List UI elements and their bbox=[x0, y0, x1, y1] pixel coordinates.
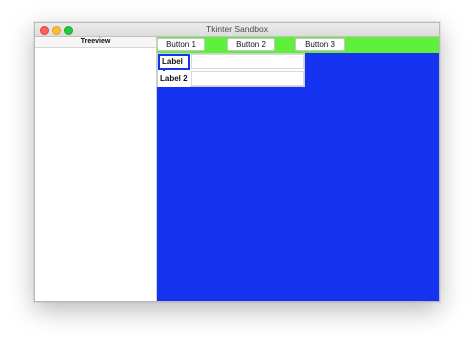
button-3[interactable]: Button 3 bbox=[295, 38, 345, 51]
label-2: Label 2 bbox=[158, 71, 190, 87]
label-1: Label 1 bbox=[158, 54, 190, 78]
button-toolbar: Button 1 Button 2 Button 3 bbox=[157, 37, 439, 53]
content-frame: Button 1 Button 2 Button 3 Label 1 Label… bbox=[157, 37, 439, 301]
button-1[interactable]: Button 1 bbox=[157, 38, 205, 51]
entry-1[interactable] bbox=[191, 54, 304, 69]
title-bar[interactable]: Tkinter Sandbox bbox=[35, 23, 439, 37]
form-grid: Label 1 Label 2 bbox=[157, 53, 305, 87]
entry-2[interactable] bbox=[191, 71, 304, 86]
treeview[interactable]: Treeview bbox=[35, 37, 157, 301]
button-2[interactable]: Button 2 bbox=[227, 38, 275, 51]
app-window: Tkinter Sandbox Treeview Button 1 Button… bbox=[34, 22, 440, 302]
window-title: Tkinter Sandbox bbox=[206, 24, 268, 34]
treeview-header[interactable]: Treeview bbox=[35, 37, 156, 48]
